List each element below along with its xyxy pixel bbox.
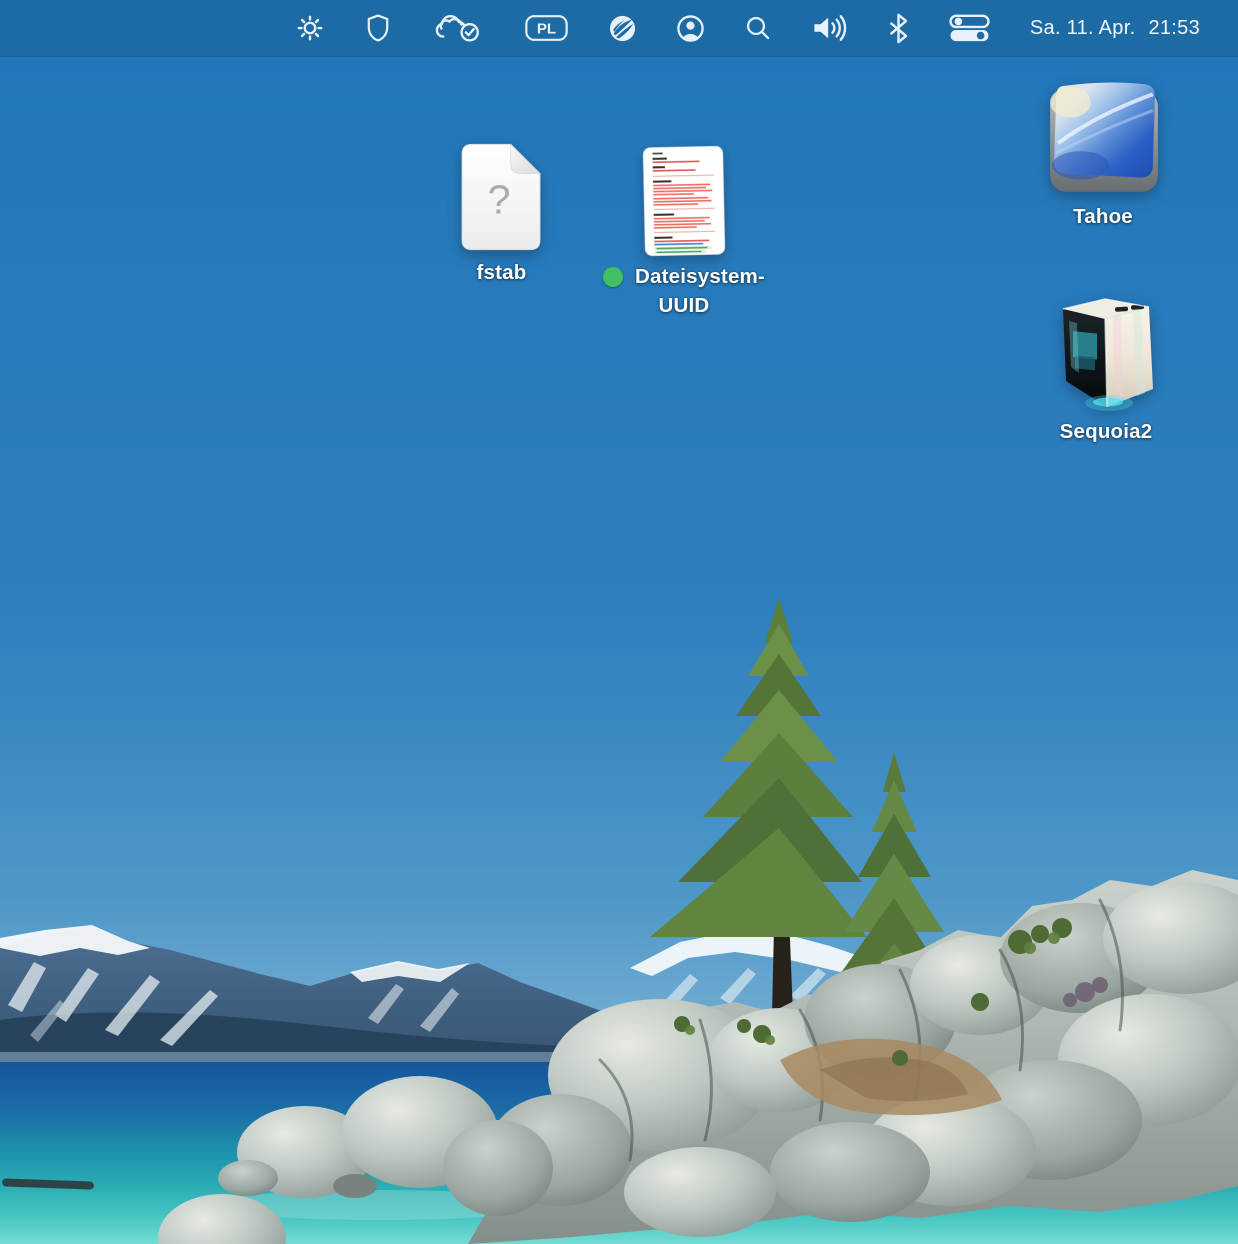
user-account-menu-extra[interactable] <box>676 0 705 57</box>
menu-bar-clock[interactable]: Sa. 11. Apr. 21:53 <box>1030 17 1200 40</box>
clock-date: Sa. 11. Apr. <box>1030 17 1136 40</box>
fan-app-menu-extra[interactable] <box>608 0 637 57</box>
external-drive-icon <box>1046 80 1160 196</box>
control-center-icon <box>948 13 991 44</box>
brightness-menu-extra[interactable] <box>295 0 325 57</box>
volume-icon <box>811 13 849 43</box>
shield-icon <box>364 13 392 43</box>
desktop-icon-tahoe[interactable]: Tahoe <box>1013 80 1193 231</box>
menu-bar: PL <box>0 0 1238 57</box>
unknown-document-icon: ? <box>460 142 544 252</box>
desktop-icon-dateisystem-uuid[interactable]: Dateisystem- UUID <box>574 146 794 320</box>
pl-badge-icon: PL <box>524 14 569 42</box>
volume-menu-extra[interactable] <box>811 0 849 57</box>
spotlight-search-menu-extra[interactable] <box>744 0 772 57</box>
user-account-icon <box>676 14 705 43</box>
icon-label-fstab: fstab <box>477 258 527 287</box>
brightness-icon <box>295 13 325 43</box>
desktop-icon-sequoia2[interactable]: Sequoia2 <box>1016 293 1196 446</box>
label-line-1: Dateisystem- <box>635 262 765 291</box>
sync-status-dot <box>603 267 623 287</box>
clock-time: 21:53 <box>1148 17 1200 40</box>
desktop-icon-fstab[interactable]: ? fstab <box>414 142 589 287</box>
pc-tower-icon <box>1053 293 1159 411</box>
text-document-icon <box>642 145 726 257</box>
bluetooth-menu-extra[interactable] <box>888 0 909 57</box>
fan-app-icon <box>608 14 637 43</box>
control-center-menu-extra[interactable] <box>948 0 991 57</box>
svg-text:?: ? <box>487 177 510 223</box>
pl-badge-menu-extra[interactable]: PL <box>524 0 569 57</box>
label-line-2: UUID <box>603 291 765 320</box>
icon-label-tahoe: Tahoe <box>1073 202 1133 231</box>
macos-desktop: PL <box>0 0 1238 1244</box>
svg-text:PL: PL <box>537 21 556 38</box>
cloud-sync-icon <box>431 12 485 44</box>
shield-menu-extra[interactable] <box>364 0 392 57</box>
icon-label-dateisystem-uuid: Dateisystem- UUID <box>603 262 765 320</box>
bluetooth-icon <box>888 13 909 44</box>
cloud-sync-menu-extra[interactable] <box>431 0 485 57</box>
spotlight-search-icon <box>744 14 772 42</box>
icon-label-sequoia2: Sequoia2 <box>1060 417 1153 446</box>
